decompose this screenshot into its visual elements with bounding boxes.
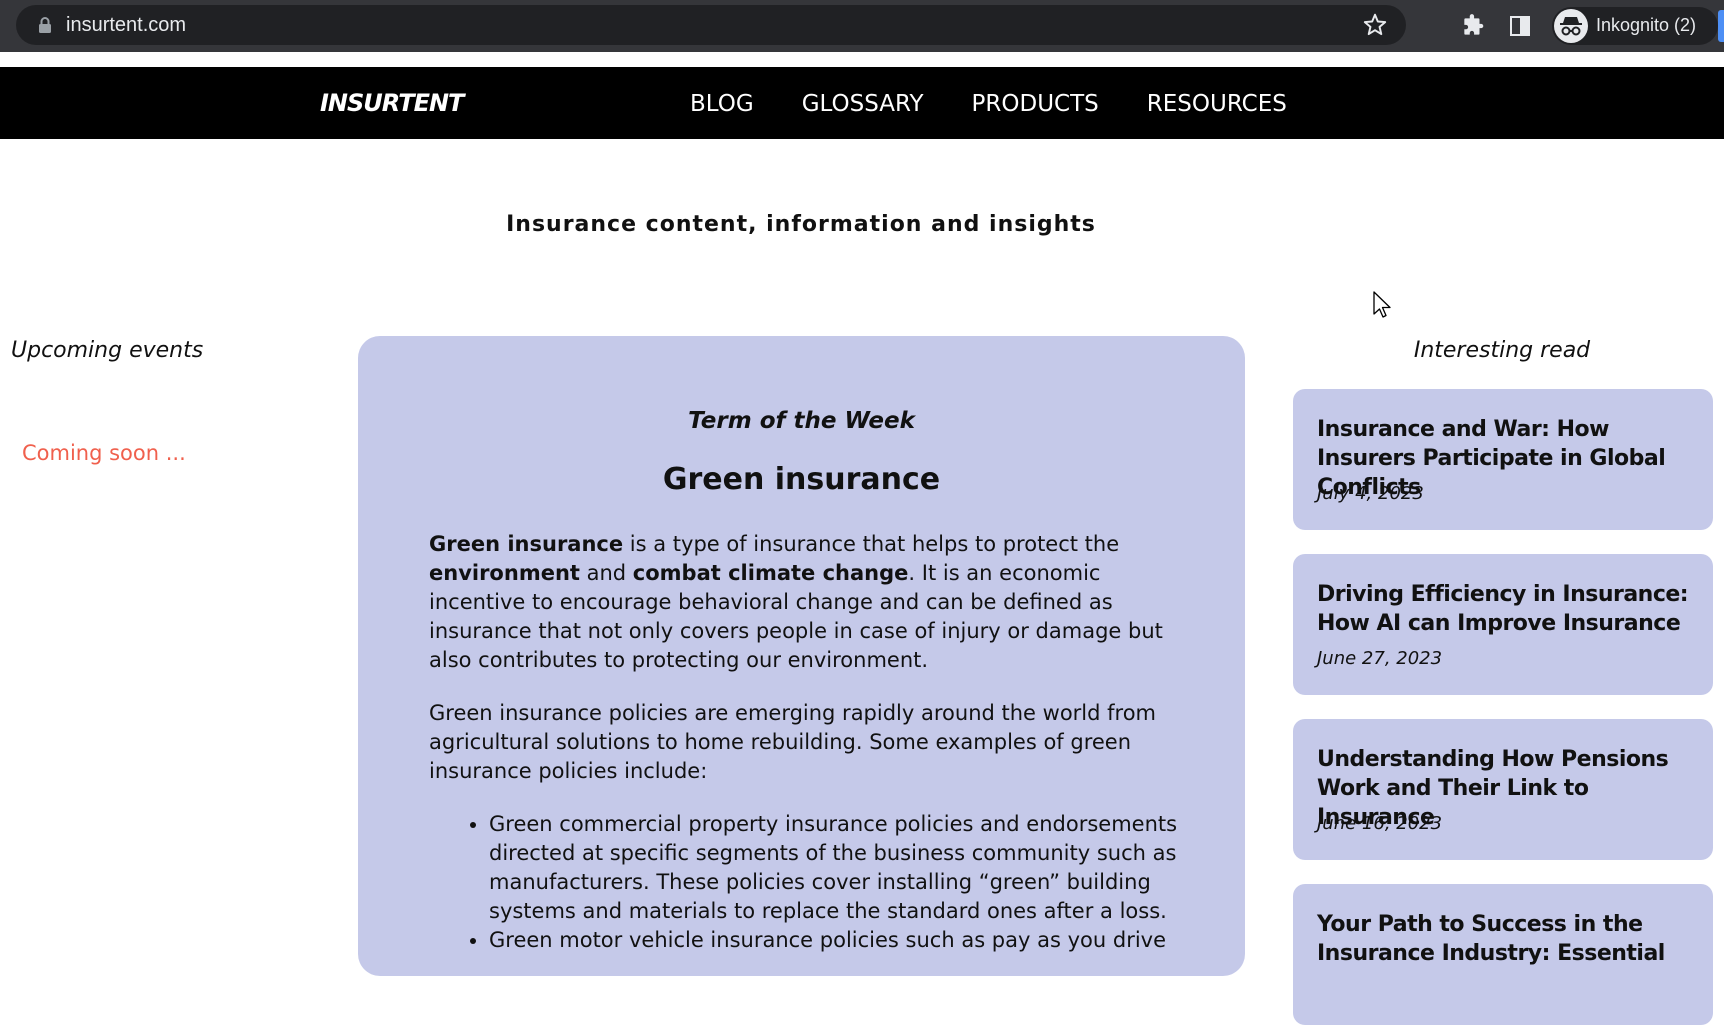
site-navbar: INSURTENT BLOG GLOSSARY PRODUCTS RESOURC… xyxy=(0,67,1724,139)
term-paragraph-1: Green insurance is a type of insurance t… xyxy=(429,530,1189,675)
side-panel-icon[interactable] xyxy=(1508,14,1532,38)
nav-blog[interactable]: BLOG xyxy=(690,91,754,117)
interesting-read-heading: Interesting read xyxy=(1413,338,1591,363)
incognito-icon xyxy=(1554,9,1588,43)
edge-indicator xyxy=(1718,10,1724,42)
nav-resources[interactable]: RESOURCES xyxy=(1147,91,1287,117)
profile-label: Inkognito (2) xyxy=(1596,15,1697,35)
term-kicker: Term of the Week xyxy=(688,408,915,434)
read-card[interactable]: Driving Efficiency in Insurance: How AI … xyxy=(1293,554,1713,695)
term-paragraph-2: Green insurance policies are emerging ra… xyxy=(429,701,1157,783)
term-title: Green insurance xyxy=(662,462,941,497)
mouse-cursor-icon xyxy=(1373,291,1391,318)
term-bold-name: Green insurance xyxy=(429,532,624,556)
upcoming-events-heading: Upcoming events xyxy=(11,338,204,363)
read-card-date: June 27, 2023 xyxy=(1317,648,1443,669)
browser-toolbar: insurtent.com Inkognito (2) xyxy=(0,0,1724,52)
site-logo[interactable]: INSURTENT xyxy=(320,89,464,117)
nav-products[interactable]: PRODUCTS xyxy=(972,91,1099,117)
address-bar[interactable]: insurtent.com xyxy=(16,5,1406,45)
term-text: is a type of insurance that helps to pro… xyxy=(623,532,1120,556)
site-tagline: Insurance content, information and insig… xyxy=(506,212,1096,237)
read-card-date: June 16, 2023 xyxy=(1317,813,1443,834)
term-bullet: Green motor vehicle insurance policies s… xyxy=(489,926,1189,955)
nav-links: BLOG GLOSSARY PRODUCTS RESOURCES xyxy=(690,91,1287,117)
read-card-title[interactable]: Driving Efficiency in Insurance: How AI … xyxy=(1317,580,1697,638)
url-text[interactable]: insurtent.com xyxy=(66,14,186,37)
term-of-week-card: Term of the Week Green insurance Green i… xyxy=(358,336,1245,976)
read-card[interactable]: Insurance and War: How Insurers Particip… xyxy=(1293,389,1713,530)
coming-soon-text: Coming soon ... xyxy=(22,441,186,465)
read-card[interactable]: Understanding How Pensions Work and Thei… xyxy=(1293,719,1713,860)
lock-icon[interactable] xyxy=(38,17,52,33)
term-text: and xyxy=(579,561,633,585)
nav-glossary[interactable]: GLOSSARY xyxy=(802,91,924,117)
read-card-title[interactable]: Your Path to Success in the Insurance In… xyxy=(1317,910,1697,968)
read-card[interactable]: Your Path to Success in the Insurance In… xyxy=(1293,884,1713,1025)
star-icon[interactable] xyxy=(1362,12,1388,38)
term-bullet-list: Green commercial property insurance poli… xyxy=(489,810,1189,955)
term-bold-climate: combat climate change xyxy=(632,561,909,585)
extensions-icon[interactable] xyxy=(1460,13,1486,39)
term-bullet: Green commercial property insurance poli… xyxy=(489,810,1189,926)
term-body: Green insurance is a type of insurance t… xyxy=(429,530,1189,955)
term-bold-environment: environment xyxy=(429,561,580,585)
read-card-date: July 4, 2023 xyxy=(1317,483,1424,504)
profile-button[interactable]: Inkognito (2) xyxy=(1552,7,1718,45)
